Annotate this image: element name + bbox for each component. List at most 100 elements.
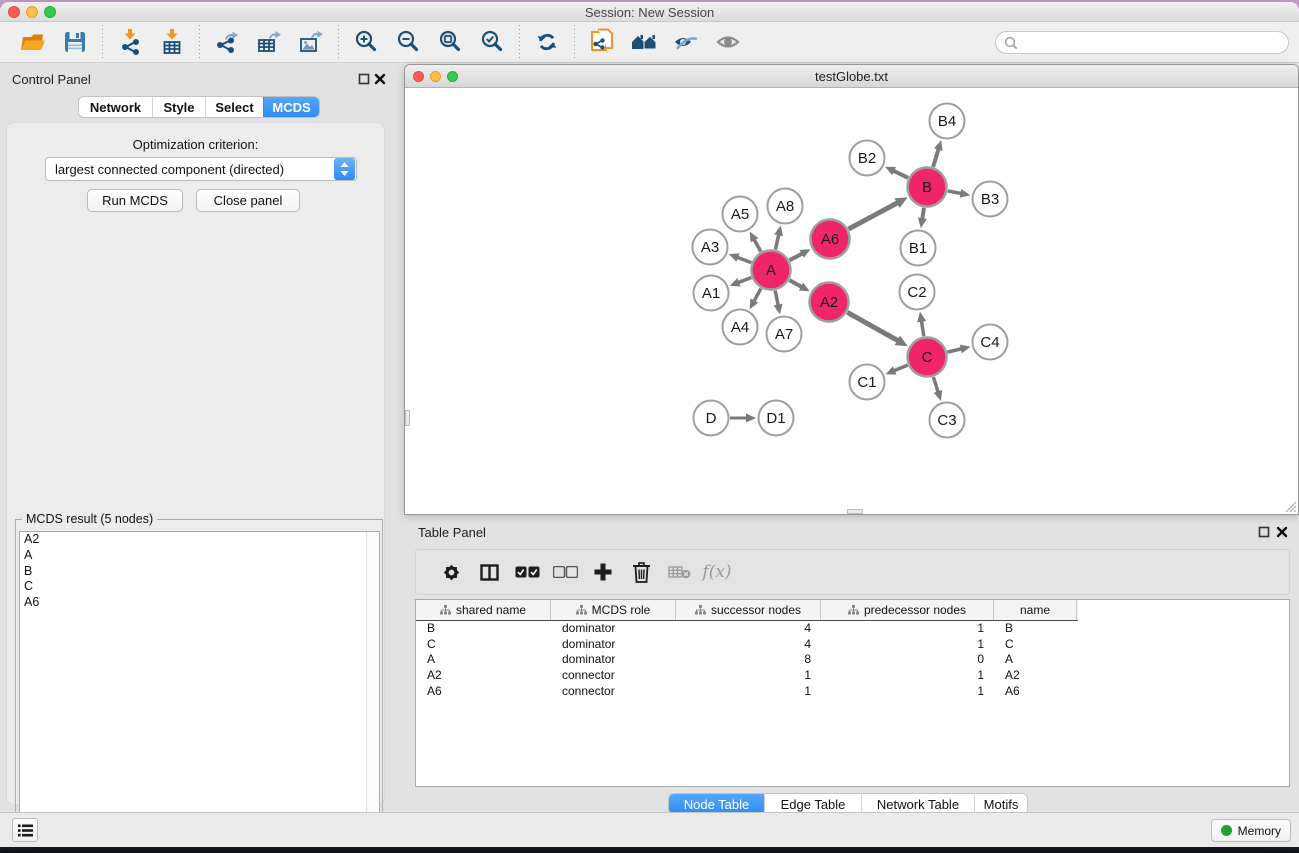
table-row[interactable]: Adominator80A bbox=[416, 652, 1289, 668]
memory-button[interactable]: Memory bbox=[1211, 819, 1291, 842]
edge-A2-C[interactable] bbox=[847, 312, 899, 341]
column-header-predecessor-nodes[interactable]: predecessor nodes bbox=[821, 600, 994, 620]
edge-arrowhead bbox=[934, 390, 943, 401]
node-label-C: C bbox=[922, 349, 933, 366]
edge-A-A6[interactable] bbox=[790, 253, 804, 260]
edge-A-A8[interactable] bbox=[775, 233, 779, 249]
result-item[interactable]: A6 bbox=[20, 595, 379, 611]
canvas-bottom-handle[interactable] bbox=[847, 509, 863, 514]
edge-C-C3[interactable] bbox=[933, 377, 938, 393]
table-row[interactable]: A2connector11A2 bbox=[416, 668, 1289, 684]
show-details-icon[interactable] bbox=[711, 26, 745, 58]
node-table[interactable]: shared nameMCDS rolesuccessor nodesprede… bbox=[415, 599, 1290, 787]
close-panel-button[interactable]: Close panel bbox=[196, 189, 300, 212]
open-file-icon[interactable] bbox=[16, 26, 50, 58]
import-table-icon[interactable] bbox=[155, 26, 189, 58]
edge-C-C2[interactable] bbox=[921, 320, 924, 337]
close-panel-icon[interactable] bbox=[374, 73, 386, 85]
task-history-button[interactable] bbox=[12, 818, 38, 842]
save-session-icon[interactable] bbox=[58, 26, 92, 58]
zoom-fit-icon[interactable] bbox=[433, 26, 467, 58]
zoom-selected-icon[interactable] bbox=[475, 26, 509, 58]
tab-mcds[interactable]: MCDS bbox=[263, 97, 319, 117]
resize-grip[interactable] bbox=[1284, 500, 1297, 513]
unselect-all-columns-icon[interactable] bbox=[546, 556, 584, 588]
run-mcds-button[interactable]: Run MCDS bbox=[87, 189, 183, 212]
optimization-criterion-label: Optimization criterion: bbox=[7, 137, 384, 152]
edge-A-A3[interactable] bbox=[736, 257, 751, 263]
function-builder-icon[interactable]: f(x) bbox=[698, 556, 736, 588]
mcds-result-title: MCDS result (5 nodes) bbox=[22, 512, 157, 526]
table-cell: 1 bbox=[821, 684, 994, 700]
result-item[interactable]: C bbox=[20, 579, 379, 595]
table-tab-motifs[interactable]: Motifs bbox=[974, 794, 1027, 814]
table-row[interactable]: A6connector11A6 bbox=[416, 684, 1289, 700]
result-item[interactable]: B bbox=[20, 564, 379, 580]
table-options-icon[interactable] bbox=[432, 556, 470, 588]
column-header-mcds-role[interactable]: MCDS role bbox=[551, 600, 676, 620]
table-tab-node-table[interactable]: Node Table bbox=[669, 794, 764, 814]
network-overview-icon[interactable] bbox=[627, 26, 661, 58]
delete-column-icon[interactable] bbox=[622, 556, 660, 588]
tab-style[interactable]: Style bbox=[152, 97, 205, 117]
column-header-shared-name[interactable]: shared name bbox=[416, 600, 551, 620]
criterion-dropdown[interactable]: largest connected component (directed) bbox=[45, 157, 357, 181]
edge-C-C1[interactable] bbox=[893, 365, 908, 371]
zoom-in-icon[interactable] bbox=[349, 26, 383, 58]
edge-A-A5[interactable] bbox=[754, 238, 761, 251]
tab-network[interactable]: Network bbox=[79, 97, 152, 117]
export-network-icon[interactable] bbox=[210, 26, 244, 58]
result-item[interactable]: A bbox=[20, 548, 379, 564]
table-cell: B bbox=[994, 621, 1077, 637]
control-panel: Control Panel NetworkStyleSelectMCDS Opt… bbox=[0, 63, 391, 812]
memory-label: Memory bbox=[1238, 824, 1281, 838]
import-network-icon[interactable] bbox=[113, 26, 147, 58]
tab-select[interactable]: Select bbox=[205, 97, 263, 117]
edge-A-A7[interactable] bbox=[775, 291, 778, 307]
edge-A-A1[interactable] bbox=[737, 278, 751, 283]
table-row[interactable]: Cdominator41C bbox=[416, 637, 1289, 653]
table-tab-edge-table[interactable]: Edge Table bbox=[764, 794, 861, 814]
result-item[interactable]: A2 bbox=[20, 532, 379, 548]
edge-arrowhead bbox=[774, 226, 783, 237]
edge-B-B3[interactable] bbox=[948, 191, 963, 194]
refresh-layout-icon[interactable] bbox=[530, 26, 564, 58]
column-header-name[interactable]: name bbox=[994, 600, 1077, 620]
edge-B-B2[interactable] bbox=[892, 170, 908, 178]
column-header-successor-nodes[interactable]: successor nodes bbox=[676, 600, 821, 620]
float-panel-icon[interactable] bbox=[358, 73, 370, 85]
edge-B-B4[interactable] bbox=[933, 148, 939, 167]
close-table-panel-icon[interactable] bbox=[1276, 526, 1288, 538]
search-input[interactable] bbox=[1018, 32, 1288, 53]
edge-A-A2[interactable] bbox=[789, 280, 802, 287]
network-graph[interactable]: B4B2BB3A8A5A6A3B1AC2A1A2A4A7C4CC1DD1C3 bbox=[405, 88, 1298, 515]
table-cell: connector bbox=[551, 668, 676, 684]
create-column-icon[interactable] bbox=[584, 556, 622, 588]
export-image-icon[interactable] bbox=[294, 26, 328, 58]
delete-table-icon[interactable] bbox=[660, 556, 698, 588]
duplicate-network-icon[interactable] bbox=[585, 26, 619, 58]
show-column-icon[interactable] bbox=[470, 556, 508, 588]
edge-arrowhead bbox=[960, 345, 971, 354]
edge-C-C4[interactable] bbox=[947, 348, 962, 352]
edge-A-A4[interactable] bbox=[753, 288, 761, 302]
select-all-columns-icon[interactable] bbox=[508, 556, 546, 588]
network-canvas[interactable]: B4B2BB3A8A5A6A3B1AC2A1A2A4A7C4CC1DD1C3 bbox=[405, 88, 1298, 515]
result-list-scrollbar[interactable] bbox=[366, 532, 379, 847]
export-table-icon[interactable] bbox=[252, 26, 286, 58]
zoom-out-icon[interactable] bbox=[391, 26, 425, 58]
table-row[interactable]: Bdominator41B bbox=[416, 621, 1289, 637]
search-box bbox=[995, 31, 1289, 54]
canvas-left-handle[interactable] bbox=[405, 410, 410, 426]
node-label-C1: C1 bbox=[857, 374, 876, 391]
edge-A6-B[interactable] bbox=[849, 202, 899, 229]
mcds-result-list[interactable]: A2ABCA6 bbox=[19, 531, 380, 847]
edge-arrowhead bbox=[774, 304, 783, 315]
mcds-tab-panel: Optimization criterion: largest connecte… bbox=[6, 122, 385, 805]
node-label-C2: C2 bbox=[907, 284, 926, 301]
hide-details-icon[interactable] bbox=[669, 26, 703, 58]
node-label-C4: C4 bbox=[980, 334, 999, 351]
table-tab-network-table[interactable]: Network Table bbox=[861, 794, 974, 814]
float-table-panel-icon[interactable] bbox=[1258, 526, 1270, 538]
table-cell: 1 bbox=[821, 668, 994, 684]
